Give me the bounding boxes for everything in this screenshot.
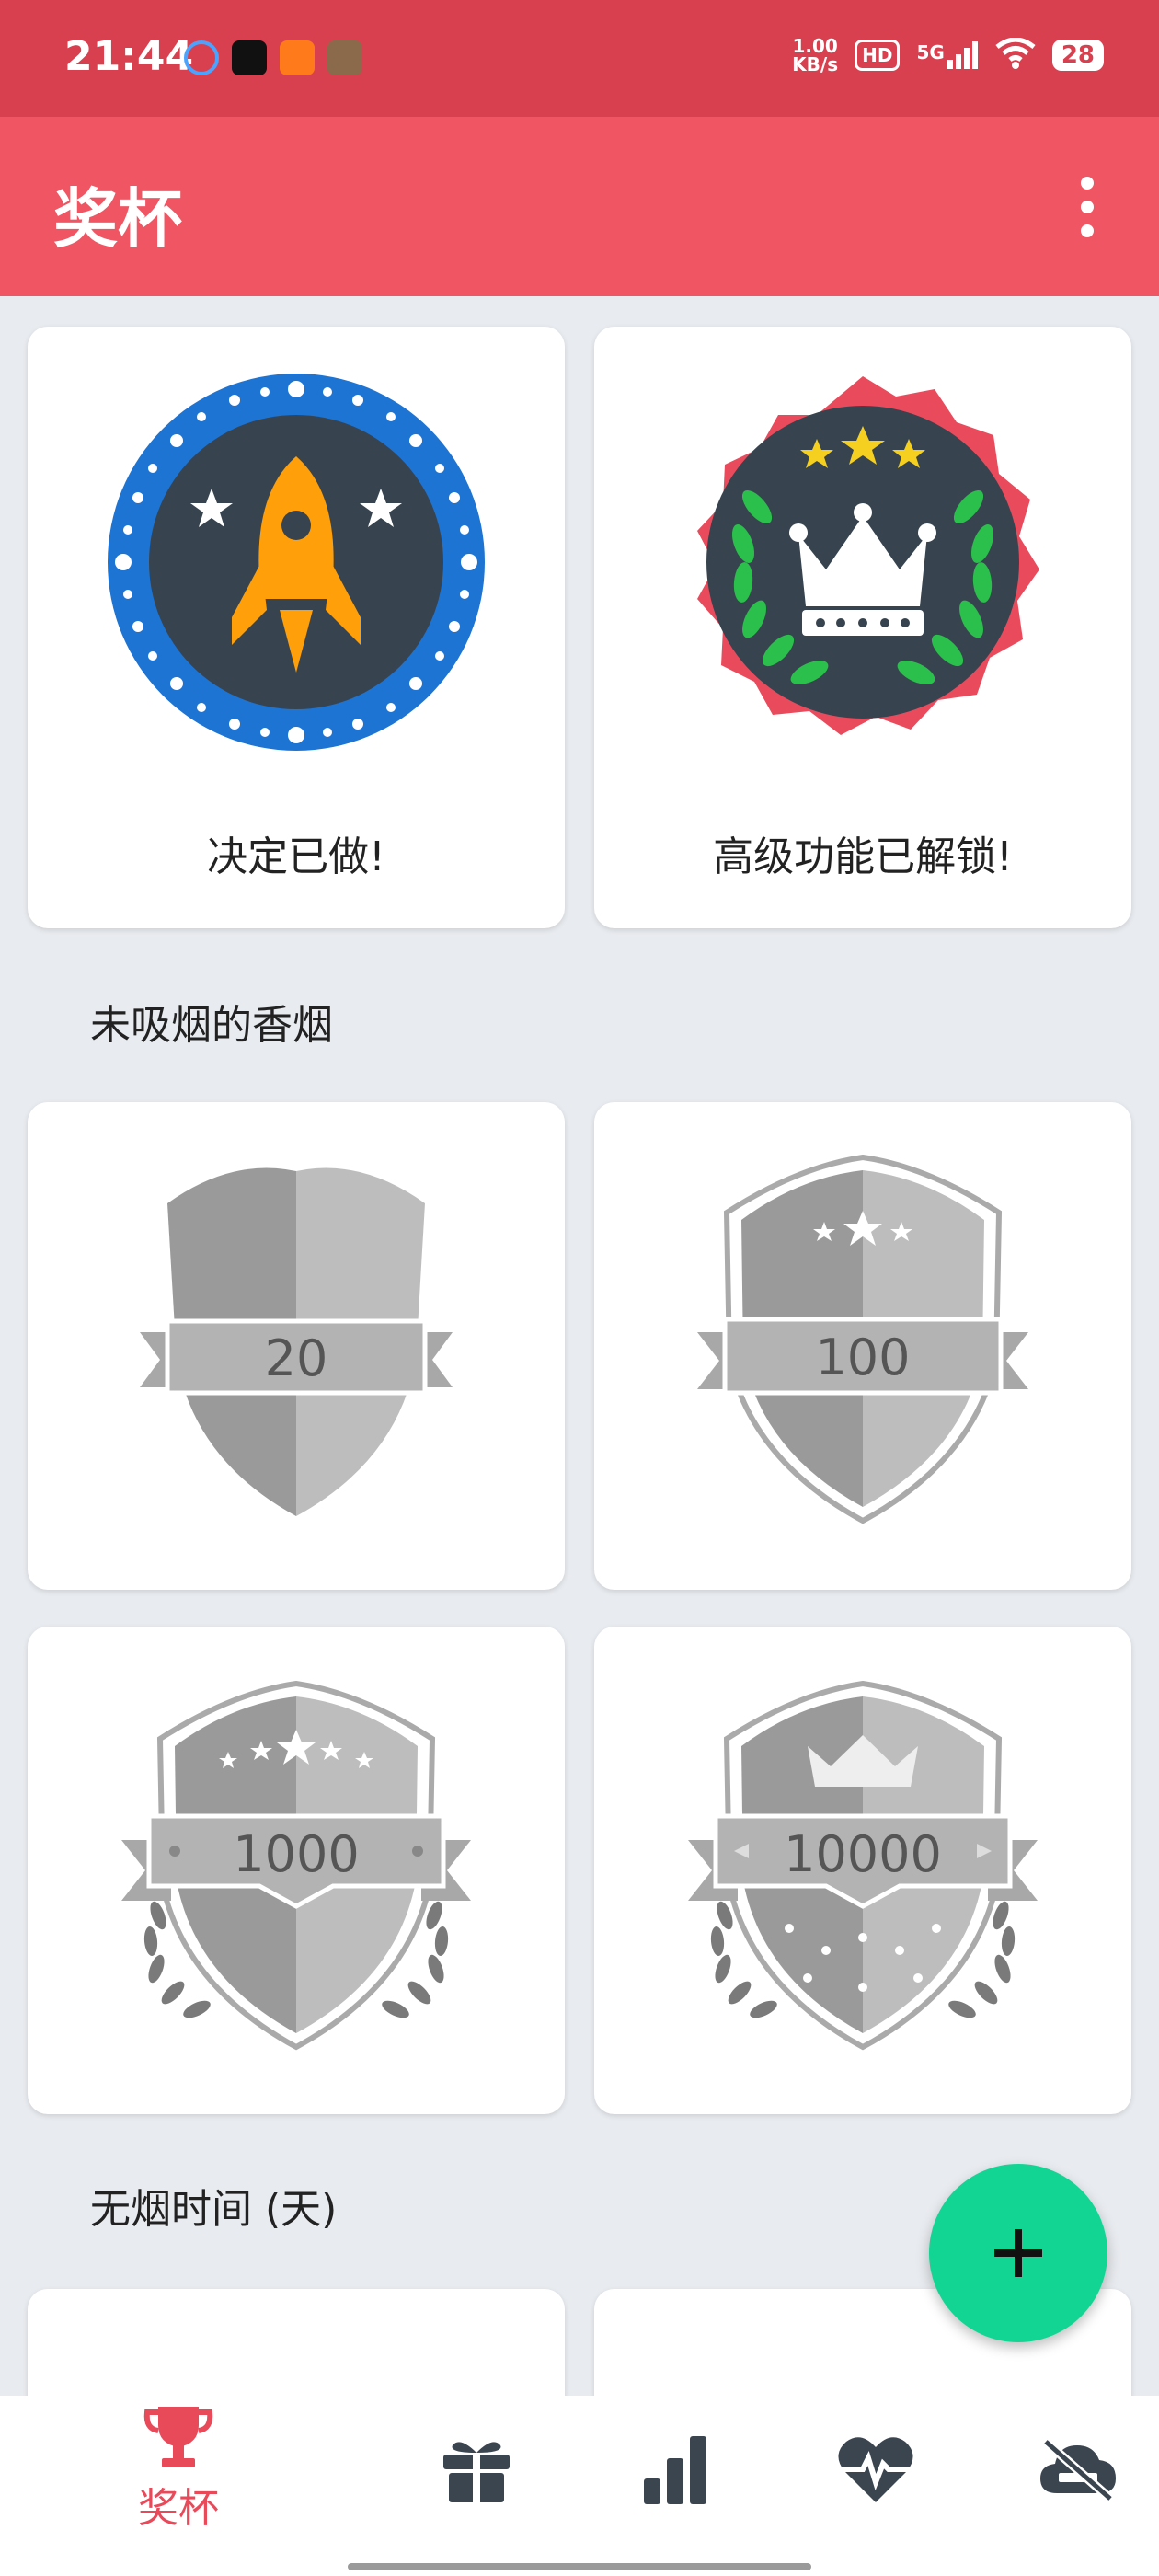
trophy-icon [143, 2407, 213, 2467]
badge-value: 20 [265, 1329, 328, 1387]
tab-health[interactable] [784, 2396, 968, 2543]
award-label: 决定已做! [207, 834, 385, 880]
badge-value: 1000 [233, 1825, 359, 1883]
page-title: 奖杯 [53, 181, 182, 257]
cellular-signal-icon: 5G [916, 41, 978, 69]
crown-seal-badge-icon [697, 376, 1039, 735]
add-button[interactable] [929, 2164, 1107, 2342]
section-title-smokefree-days: 无烟时间 (天) [90, 2186, 338, 2233]
badge-value: 100 [815, 1328, 910, 1386]
shield-laurel-badge-icon: 1000 [121, 1680, 471, 2051]
tab-no-smoking-cloud[interactable] [986, 2396, 1159, 2543]
badge-card-10000[interactable]: 10000 [594, 1627, 1131, 2114]
gift-icon [443, 2442, 510, 2502]
tab-gifts[interactable] [384, 2396, 568, 2543]
tiktok-app-icon [232, 40, 267, 75]
shield-badge-icon: 20 [140, 1167, 453, 1516]
badge-value: 10000 [784, 1825, 942, 1883]
notification-icons [184, 40, 362, 75]
badge-card-100[interactable]: 100 [594, 1102, 1131, 1590]
network-speed: 1.00 KB/s [792, 35, 839, 75]
cloud-off-icon [1040, 2438, 1116, 2502]
app-bar: 奖杯 [0, 117, 1159, 296]
home-indicator[interactable] [348, 2563, 811, 2570]
hd-icon: HD [855, 40, 901, 71]
crown-shield-laurel-badge-icon: 10000 [688, 1680, 1038, 2051]
cloud-app-icon [184, 40, 219, 75]
battery-icon: 28 [1051, 40, 1104, 71]
badge-card-1000[interactable]: 1000 [28, 1627, 565, 2114]
award-card-premium-unlocked[interactable]: 高级功能已解锁! [594, 327, 1131, 928]
rocket-badge-icon [108, 374, 485, 751]
bottom-navigation: 奖杯 [0, 2396, 1159, 2576]
heartbeat-icon [838, 2437, 913, 2502]
plus-icon [994, 2229, 1042, 2277]
status-bar: 21:44 1.00 KB/s HD 5G 28 [0, 0, 1159, 117]
badge-card-20[interactable]: 20 [28, 1102, 565, 1590]
award-label: 高级功能已解锁! [713, 834, 1013, 880]
wifi-icon [995, 37, 1036, 73]
status-indicators: 1.00 KB/s HD 5G 28 [792, 37, 1104, 74]
tab-trophies[interactable]: 奖杯 [86, 2396, 270, 2543]
award-card-decision-made[interactable]: 决定已做! [28, 327, 565, 928]
tab-label: 奖杯 [138, 2485, 219, 2532]
tab-statistics[interactable] [583, 2396, 767, 2543]
section-title-cigarettes: 未吸烟的香烟 [90, 1002, 333, 1049]
game-app-icon [327, 40, 362, 75]
bar-chart-icon [644, 2436, 706, 2504]
shield-badge-icon: 100 [697, 1154, 1028, 1524]
taobao-app-icon [280, 40, 315, 75]
status-time: 21:44 [64, 33, 194, 80]
more-options-icon [1081, 177, 1094, 190]
more-options-button[interactable] [1043, 163, 1131, 251]
